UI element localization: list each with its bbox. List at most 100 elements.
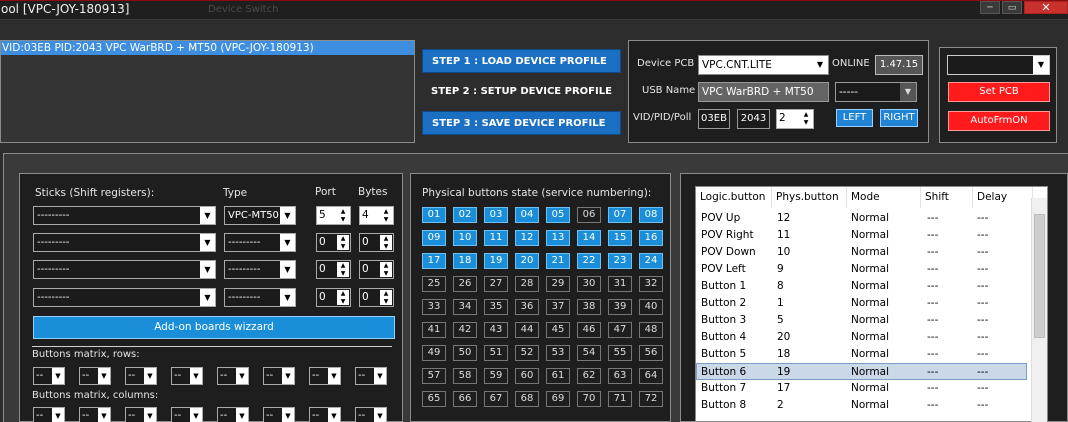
chevron-down-icon[interactable]: ▼ [190,368,202,384]
minimize-button[interactable]: ─ [980,1,1000,14]
stick-type-select[interactable]: --------- ▼ [224,260,296,279]
matrix-column-select[interactable]: -- ▼ [263,407,295,422]
chevron-down-icon[interactable]: ▼ [328,368,340,384]
chevron-down-icon[interactable]: ▼ [328,408,340,422]
matrix-row-select[interactable]: -- ▼ [33,367,65,385]
matrix-column-select[interactable]: -- ▼ [33,407,65,422]
bytes-stepper[interactable]: 0 ▲ ▼ [359,260,394,279]
column-header[interactable]: Shift [921,187,973,208]
left-button[interactable]: LEFT [836,109,873,127]
device-list-item[interactable]: VID:03EB PID:2043 VPC WarBRD + MT50 (VPC… [1,41,414,55]
port-stepper[interactable]: 0 ▲ ▼ [316,288,351,307]
matrix-column-select[interactable]: -- ▼ [171,407,203,422]
chevron-down-icon[interactable]: ▼ [236,408,248,422]
column-header[interactable]: Mode [847,187,921,208]
chevron-down-icon[interactable]: ▼ [52,368,64,384]
table-row[interactable]: POV Down 10 Normal --- --- [696,244,1027,261]
table-row[interactable]: Button 4 20 Normal --- --- [696,329,1027,346]
chevron-down-icon[interactable]: ▼ [190,408,202,422]
column-header[interactable]: Logic.button [696,187,772,208]
chevron-down-icon[interactable]: ▼ [200,261,215,278]
chevron-down-icon[interactable]: ▼ [1033,56,1049,74]
chevron-down-icon[interactable]: ▼ [98,408,110,422]
table-row[interactable]: Button 6 19 Normal --- --- [696,363,1027,380]
table-row[interactable]: Button 7 17 Normal --- --- [696,380,1027,397]
chevron-down-icon[interactable]: ▼ [280,234,295,251]
chevron-down-icon[interactable]: ▼ [374,368,386,384]
table-row[interactable]: POV Right 11 Normal --- --- [696,227,1027,244]
step2-setup-profile-label[interactable]: STEP 2 : SETUP DEVICE PROFILE [422,80,621,104]
bytes-stepper[interactable]: 0 ▲ ▼ [359,288,394,307]
device-list[interactable]: VID:03EB PID:2043 VPC WarBRD + MT50 (VPC… [0,40,415,143]
chevron-down-icon[interactable]: ▼ [200,289,215,306]
table-row[interactable]: Button 1 8 Normal --- --- [696,278,1027,295]
chevron-down-icon[interactable]: ▼ [900,83,916,101]
matrix-column-select[interactable]: -- ▼ [309,407,341,422]
table-row[interactable]: Button 5 18 Normal --- --- [696,346,1027,363]
port-stepper[interactable]: 5 ▲ ▼ [316,206,351,225]
spin-arrows-icon[interactable]: ▲ ▼ [337,208,349,223]
matrix-row-select[interactable]: -- ▼ [355,367,387,385]
stick-type-select[interactable]: --------- ▼ [224,233,296,252]
table-row[interactable]: Button 2 1 Normal --- --- [696,295,1027,312]
pid-field[interactable]: 2043 [737,109,770,129]
spin-arrows-icon[interactable]: ▲ ▼ [337,290,349,305]
matrix-column-select[interactable]: -- ▼ [217,407,249,422]
chevron-down-icon[interactable]: ▼ [144,408,156,422]
usb-name-select[interactable]: ----- ▼ [835,82,917,102]
column-header[interactable]: Phys.button [772,187,847,208]
autofrmon-button[interactable]: AutoFrmON [948,111,1050,131]
spin-arrows-icon[interactable]: ▲ ▼ [800,111,812,126]
maximize-button[interactable]: ▭ [1002,1,1022,14]
stick-select[interactable]: --------- ▼ [33,233,216,252]
button-mapping-table[interactable]: Logic.button Phys.button Mode Shift Delay PO… [695,186,1048,422]
bytes-stepper[interactable]: 0 ▲ ▼ [359,233,394,252]
chevron-down-icon[interactable]: ▼ [280,207,295,224]
chevron-down-icon[interactable]: ▼ [280,261,295,278]
table-row[interactable]: Button 3 5 Normal --- --- [696,312,1027,329]
chevron-down-icon[interactable]: ▼ [282,408,294,422]
usb-name-field[interactable]: VPC WarBRD + MT50 [698,82,829,102]
chevron-down-icon[interactable]: ▼ [812,56,828,74]
chevron-down-icon[interactable]: ▼ [280,289,295,306]
table-row[interactable]: POV Left 9 Normal --- --- [696,261,1027,278]
close-button[interactable]: ✕ [1024,1,1068,14]
set-pcb-button[interactable]: Set PCB [948,82,1050,102]
chevron-down-icon[interactable]: ▼ [144,368,156,384]
chevron-down-icon[interactable]: ▼ [236,368,248,384]
add-on-boards-wizard-button[interactable]: Add-on boards wizzard [33,316,395,339]
table-row[interactable]: POV Up 12 Normal --- --- [696,210,1027,227]
spin-arrows-icon[interactable]: ▲ ▼ [337,262,349,277]
stick-type-select[interactable]: --------- ▼ [224,288,296,307]
port-stepper[interactable]: 0 ▲ ▼ [316,233,351,252]
chevron-down-icon[interactable]: ▼ [200,234,215,251]
scrollbar-thumb[interactable] [1034,214,1045,338]
spin-arrows-icon[interactable]: ▲ ▼ [337,235,349,250]
chevron-down-icon[interactable]: ▼ [282,368,294,384]
matrix-row-select[interactable]: -- ▼ [79,367,111,385]
matrix-row-select[interactable]: -- ▼ [309,367,341,385]
table-row[interactable]: Button 8 2 Normal --- --- [696,397,1027,414]
matrix-row-select[interactable]: -- ▼ [171,367,203,385]
step1-load-profile-button[interactable]: STEP 1 : LOAD DEVICE PROFILE [422,49,621,73]
spin-arrows-icon[interactable]: ▲ ▼ [380,208,392,223]
stick-select[interactable]: --------- ▼ [33,260,216,279]
pcb-target-select[interactable]: ▼ [947,55,1050,75]
spin-arrows-icon[interactable]: ▲ ▼ [380,290,392,305]
chevron-down-icon[interactable]: ▼ [98,368,110,384]
matrix-row-select[interactable]: -- ▼ [263,367,295,385]
stick-type-select[interactable]: VPC-MT50 ▼ [224,206,296,225]
port-stepper[interactable]: 0 ▲ ▼ [316,260,351,279]
chevron-down-icon[interactable]: ▼ [52,408,64,422]
step3-save-profile-button[interactable]: STEP 3 : SAVE DEVICE PROFILE [422,111,621,135]
poll-stepper[interactable]: 2 ▲ ▼ [776,109,814,129]
matrix-row-select[interactable]: -- ▼ [217,367,249,385]
spin-arrows-icon[interactable]: ▲ ▼ [380,262,392,277]
matrix-column-select[interactable]: -- ▼ [125,407,157,422]
matrix-column-select[interactable]: -- ▼ [355,407,387,422]
stick-select[interactable]: --------- ▼ [33,206,216,225]
column-header[interactable]: Delay [973,187,1033,208]
chevron-down-icon[interactable]: ▼ [374,408,386,422]
device-pcb-select[interactable]: VPC.CNT.LITE ▼ [698,55,829,75]
stick-select[interactable]: --------- ▼ [33,288,216,307]
